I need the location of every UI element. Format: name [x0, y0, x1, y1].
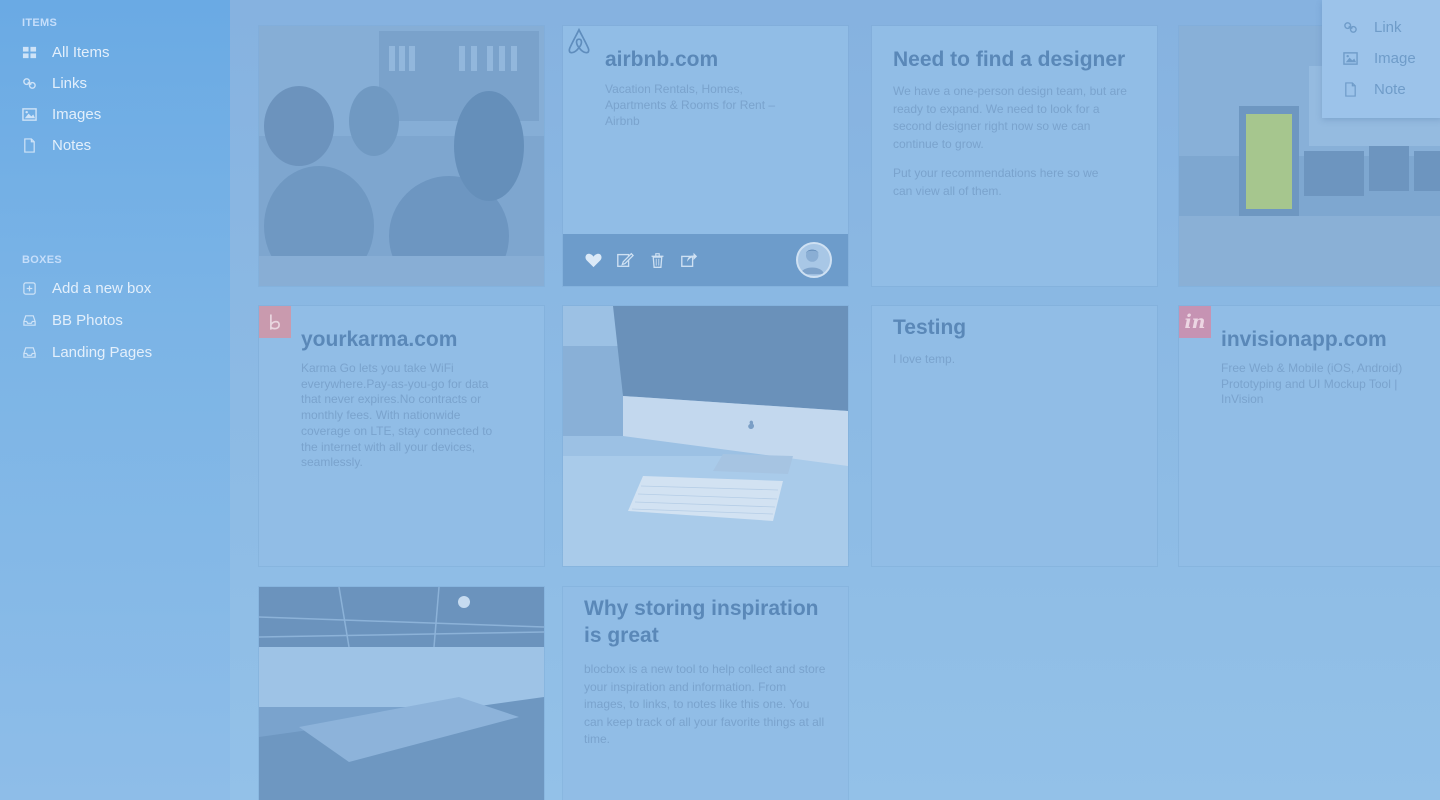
- link-title: airbnb.com: [605, 48, 719, 71]
- grid-icon: [20, 44, 38, 60]
- note-title: Why storing inspiration is great: [584, 597, 819, 647]
- inbox-icon: [20, 344, 38, 360]
- sidebar-item-notes[interactable]: Notes: [20, 134, 91, 156]
- dropdown-item-link[interactable]: Link: [1342, 17, 1402, 37]
- sidebar-box-label: BB Photos: [52, 311, 123, 329]
- share-icon[interactable]: [679, 250, 699, 270]
- image-card-bar[interactable]: [259, 26, 544, 286]
- note-content: Why storing inspiration is great blocbox…: [584, 595, 829, 749]
- inbox-icon: [20, 312, 38, 328]
- airbnb-logo-icon: [563, 26, 595, 58]
- items-grid: airbnb.com Vacation Rentals, Homes, Apar…: [230, 0, 1440, 800]
- sidebar-box-landing-pages[interactable]: Landing Pages: [20, 341, 152, 363]
- note-body: I love temp.: [893, 352, 956, 366]
- sidebar-item-label: Images: [52, 105, 102, 123]
- link-description: Karma Go lets you take WiFi everywhere.P…: [301, 361, 493, 470]
- sidebar-item-label: Notes: [52, 136, 92, 154]
- dropdown-item-note[interactable]: Note: [1342, 79, 1406, 99]
- sidebar-item-all-items[interactable]: All Items: [20, 41, 110, 63]
- add-item-dropdown: Link Image Note: [1322, 0, 1440, 118]
- note-body: blocbox is a new tool to help collect an…: [584, 662, 826, 746]
- bar-photo: [259, 26, 544, 286]
- note-icon: [20, 137, 38, 153]
- boxes-heading: BOXES: [22, 254, 63, 266]
- sidebar-item-label: All Items: [52, 43, 110, 61]
- note-paragraph: Put your recommendations here so we can …: [893, 166, 1099, 198]
- invision-logo-icon: in: [1179, 306, 1211, 338]
- link-card-yourkarma[interactable]: yourkarma.com Karma Go lets you take WiF…: [259, 306, 544, 566]
- link-card-content: airbnb.com Vacation Rentals, Homes, Apar…: [605, 46, 805, 129]
- items-heading: ITEMS: [22, 17, 58, 29]
- link-card-airbnb[interactable]: airbnb.com Vacation Rentals, Homes, Apar…: [563, 26, 848, 286]
- link-icon: [20, 75, 38, 91]
- note-icon: [1342, 81, 1358, 97]
- note-content: Need to find a designer We have a one-pe…: [893, 46, 1138, 200]
- edit-icon[interactable]: [615, 250, 635, 270]
- trash-icon[interactable]: [647, 250, 667, 270]
- note-title: Testing: [893, 316, 967, 339]
- sidebar-box-bb-photos[interactable]: BB Photos: [20, 309, 123, 331]
- dropdown-item-image[interactable]: Image: [1342, 48, 1416, 68]
- sidebar-item-links[interactable]: Links: [20, 72, 87, 94]
- link-icon: [1342, 19, 1358, 35]
- add-box-button[interactable]: Add a new box: [20, 277, 151, 299]
- card-action-bar: [563, 234, 848, 286]
- heart-icon[interactable]: [583, 250, 603, 270]
- image-card-imac[interactable]: [563, 306, 848, 566]
- sidebar-box-label: Landing Pages: [52, 343, 153, 361]
- link-title: invisionapp.com: [1221, 328, 1387, 351]
- link-card-content: invisionapp.com Free Web & Mobile (iOS, …: [1221, 326, 1421, 408]
- sidebar-item-label: Links: [52, 74, 88, 92]
- image-card-interior[interactable]: [259, 587, 544, 800]
- note-card-testing[interactable]: Testing I love temp.: [872, 306, 1157, 566]
- sidebar: ITEMS All Items Links Images Notes BOXES…: [0, 0, 230, 800]
- link-card-invision[interactable]: in invisionapp.com Free Web & Mobile (iO…: [1179, 306, 1440, 566]
- image-icon: [20, 106, 38, 122]
- plus-icon: [20, 280, 38, 296]
- note-card-why-storing[interactable]: Why storing inspiration is great blocbox…: [563, 587, 848, 800]
- note-card-designer[interactable]: Need to find a designer We have a one-pe…: [872, 26, 1157, 286]
- note-title: Need to find a designer: [893, 48, 1126, 71]
- sidebar-item-images[interactable]: Images: [20, 103, 101, 125]
- imac-photo: [563, 306, 848, 566]
- link-card-content: yourkarma.com Karma Go lets you take WiF…: [301, 326, 501, 471]
- yourkarma-logo-icon: [259, 306, 291, 338]
- link-description: Vacation Rentals, Homes, Apartments & Ro…: [605, 82, 776, 128]
- image-icon: [1342, 50, 1358, 66]
- note-content: Testing I love temp.: [893, 314, 1138, 368]
- dropdown-item-label: Link: [1374, 18, 1402, 36]
- avatar[interactable]: [796, 242, 832, 278]
- link-description: Free Web & Mobile (iOS, Android) Prototy…: [1221, 361, 1403, 407]
- dropdown-item-label: Image: [1374, 49, 1416, 67]
- note-paragraph: We have a one-person design team, but ar…: [893, 84, 1127, 151]
- dropdown-item-label: Note: [1374, 80, 1406, 98]
- link-title: yourkarma.com: [301, 328, 458, 351]
- sidebar-box-label: Add a new box: [52, 279, 152, 297]
- interior-photo: [259, 587, 544, 800]
